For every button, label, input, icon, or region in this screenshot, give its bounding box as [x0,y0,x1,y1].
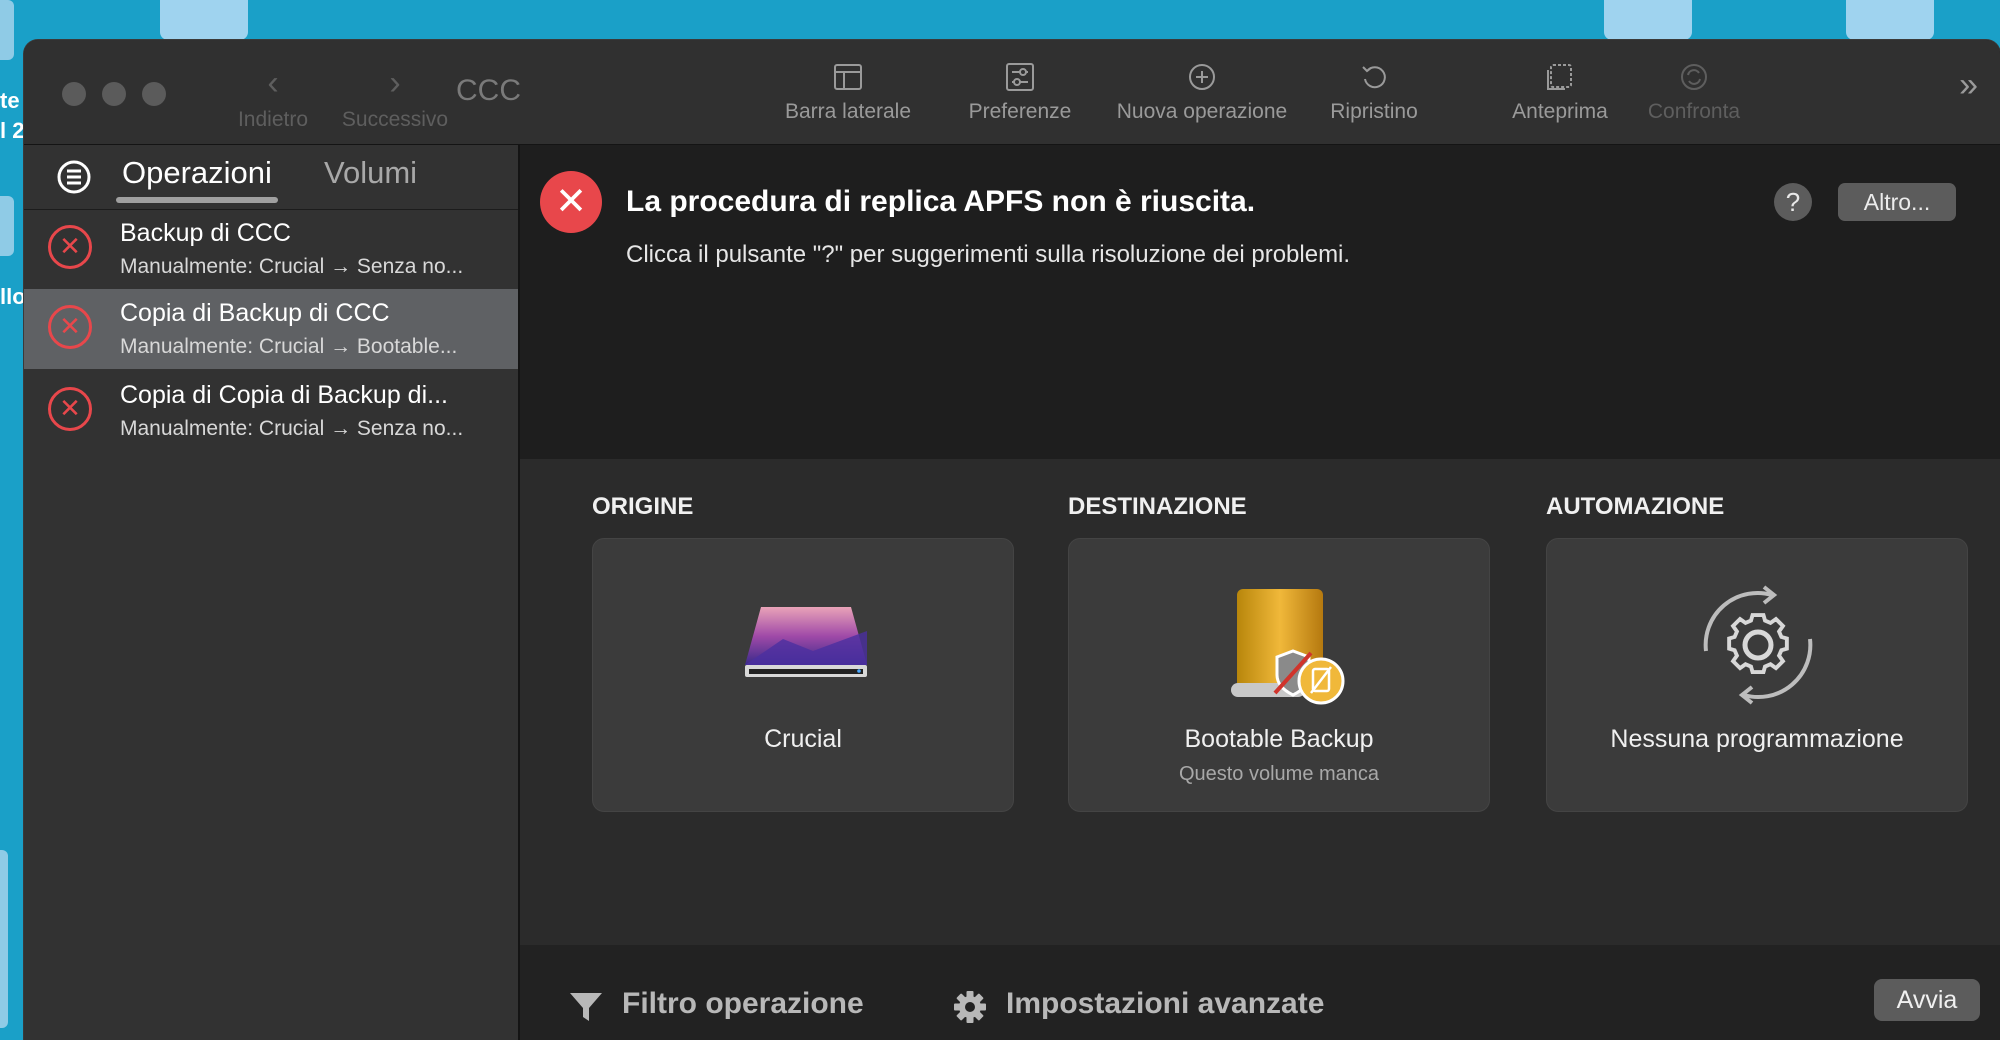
bottom-bar: Filtro operazione Impostazioni avanzate … [520,945,2000,1040]
schedule-label: Nessuna programmazione [1610,725,1904,753]
destination-heading: DESTINAZIONE [1068,493,1247,520]
gear-icon [954,991,986,1023]
toolbar-restore-label: Ripristino [1330,100,1418,123]
title-bar: ‹ Indietro › Successivo CCC Barra latera… [24,40,2000,145]
desktop-folder-icon[interactable] [1846,0,1934,40]
minimize-window-button[interactable] [102,82,126,106]
external-drive-icon [1231,589,1345,705]
toolbar-preferences-label: Preferenze [968,100,1072,123]
help-button[interactable]: ? [1774,183,1812,221]
plus-circle-icon [1189,64,1215,90]
destination-volume-name: Bootable Backup [1184,725,1374,753]
error-status-icon: ✕ [48,305,92,349]
desktop-label-fragment: l 2 [0,118,25,143]
desktop-label-fragment: llo [0,284,26,309]
automation-heading: AUTOMAZIONE [1546,493,1725,520]
toolbar-new-task-label: Nuova operazione [1116,100,1288,123]
restore-icon [1362,66,1386,89]
task-item[interactable]: ✕ Backup di CCC Manualmente: Crucial → S… [24,209,518,289]
source-heading: ORIGINE [592,493,694,520]
source-card[interactable]: Crucial [592,538,1014,812]
source-volume-name: Crucial [764,725,842,753]
desktop-item-edge[interactable] [0,0,14,60]
task-item[interactable]: ✕ Copia di Copia di Backup di... Manualm… [24,371,518,451]
task-name: Copia di Backup di CCC [120,299,390,327]
toolbar-restore-button[interactable]: Ripristino [1294,62,1454,124]
error-alert-icon: ✕ [540,171,602,233]
preview-icon [1547,64,1572,90]
toolbar-preferences-button[interactable]: Preferenze [940,62,1100,124]
active-tab-indicator [116,197,278,203]
sidebar-icon [834,64,862,90]
desktop-item-edge[interactable] [0,196,14,256]
tab-operations[interactable]: Operazioni [122,155,272,191]
filter-icon [570,993,602,1021]
task-subtitle: Manualmente: Crucial → Senza no... [120,417,464,440]
toolbar-overflow-icon[interactable]: » [1959,66,1978,105]
sidebar-tabs: Operazioni Volumi [24,145,518,210]
zoom-window-button[interactable] [142,82,166,106]
task-filter-label: Filtro operazione [622,987,864,1020]
sidebar: Operazioni Volumi ✕ Backup di CCC Manual… [24,145,520,1040]
desktop-folder-icon[interactable] [1604,0,1692,40]
toolbar-compare-button[interactable]: Confronta [1614,62,1774,124]
toolbar-sidebar-label: Barra laterale [784,100,912,123]
desktop-folder-icon[interactable] [160,0,248,40]
toolbar-sidebar-button[interactable]: Barra laterale [768,62,928,124]
desktop-item-edge [0,850,8,1028]
more-button[interactable]: Altro... [1838,183,1956,221]
alert-message: Clicca il pulsante "?" per suggerimenti … [626,241,1351,268]
advanced-settings-label: Impostazioni avanzate [1006,987,1325,1020]
main-content: ✕ La procedura di replica APFS non è riu… [520,145,2000,1040]
preferences-icon [1006,63,1034,91]
alert-title: La procedura di replica APFS non è riusc… [626,185,1256,218]
forward-button[interactable]: › Successivo [330,66,460,132]
forward-label: Successivo [341,108,449,131]
back-label: Indietro [237,108,309,131]
chevron-left-icon: ‹ [267,64,279,102]
toolbar-compare-label: Confronta [1647,100,1741,123]
destination-card[interactable]: Bootable Backup Questo volume manca [1068,538,1490,812]
back-button[interactable]: ‹ Indietro [208,66,338,132]
schedule-gear-icon [1703,585,1813,705]
task-item-selected[interactable]: ✕ Copia di Backup di CCC Manualmente: Cr… [24,289,518,369]
automation-card[interactable]: Nessuna programmazione [1546,538,1968,812]
tab-volumes[interactable]: Volumi [324,155,417,191]
destination-status: Questo volume manca [1178,763,1380,785]
compare-icon [1681,64,1707,90]
error-status-icon: ✕ [48,225,92,269]
list-menu-icon[interactable] [56,159,92,195]
window-title: CCC [456,74,521,107]
task-status-alert: ✕ La procedura di replica APFS non è riu… [520,145,2000,459]
task-subtitle: Manualmente: Crucial → Senza no... [120,255,464,278]
drive-icon [745,607,867,677]
start-button[interactable]: Avvia [1874,979,1980,1021]
desktop-label-fragment: te [0,88,20,113]
task-name: Copia di Copia di Backup di... [120,381,448,409]
toolbar-new-task-button[interactable]: Nuova operazione [1082,62,1322,124]
ccc-window: ‹ Indietro › Successivo CCC Barra latera… [24,40,2000,1040]
task-subtitle: Manualmente: Crucial → Bootable... [120,335,458,358]
close-window-button[interactable] [62,82,86,106]
chevron-right-icon: › [389,64,401,102]
task-config-panel: ORIGINE DESTINAZIONE AUTOMAZIONE Crucial… [520,459,2000,945]
task-name: Backup di CCC [120,219,291,247]
error-status-icon: ✕ [48,387,92,431]
